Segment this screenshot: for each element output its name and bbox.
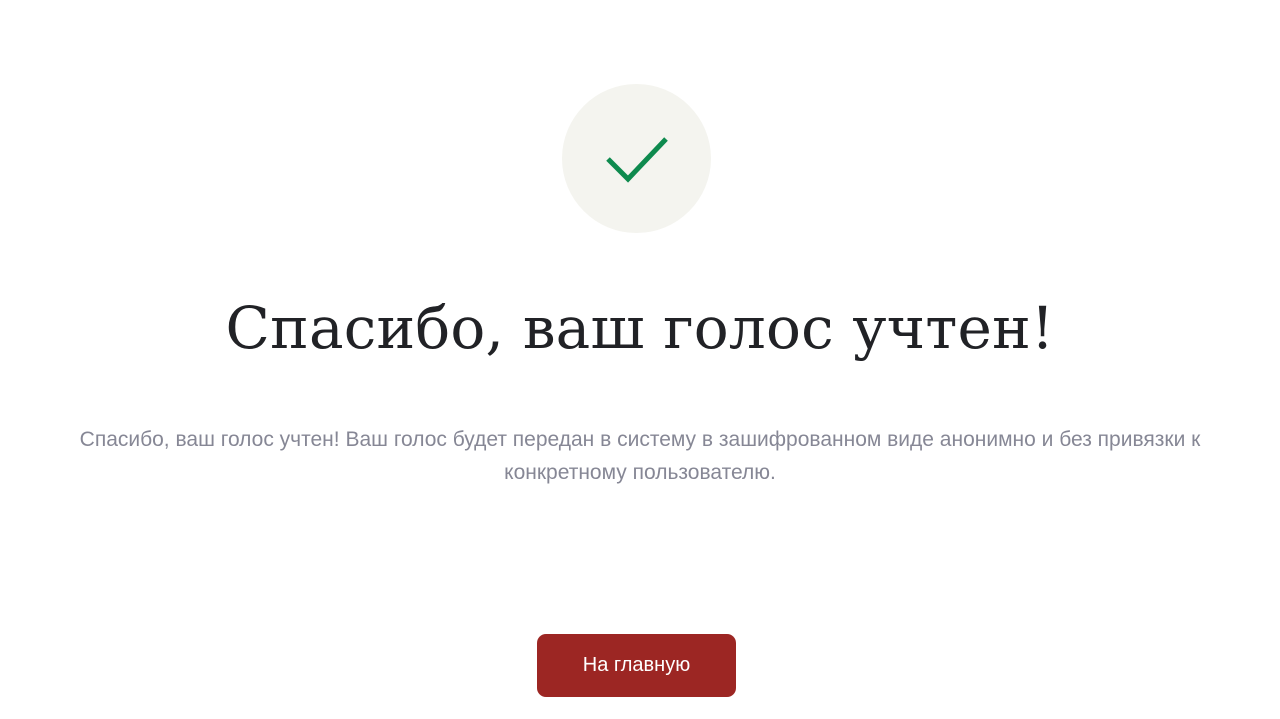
vote-success-page: Спасибо, ваш голос учтен! Спасибо, ваш г… <box>0 0 1280 719</box>
checkmark-icon <box>605 136 668 183</box>
success-badge <box>562 84 711 233</box>
confirmation-message: Спасибо, ваш голос учтен! Ваш голос буде… <box>79 428 1201 484</box>
home-button[interactable]: На главную <box>537 634 736 697</box>
page-title: Спасибо, ваш голос учтен! <box>225 294 1055 362</box>
